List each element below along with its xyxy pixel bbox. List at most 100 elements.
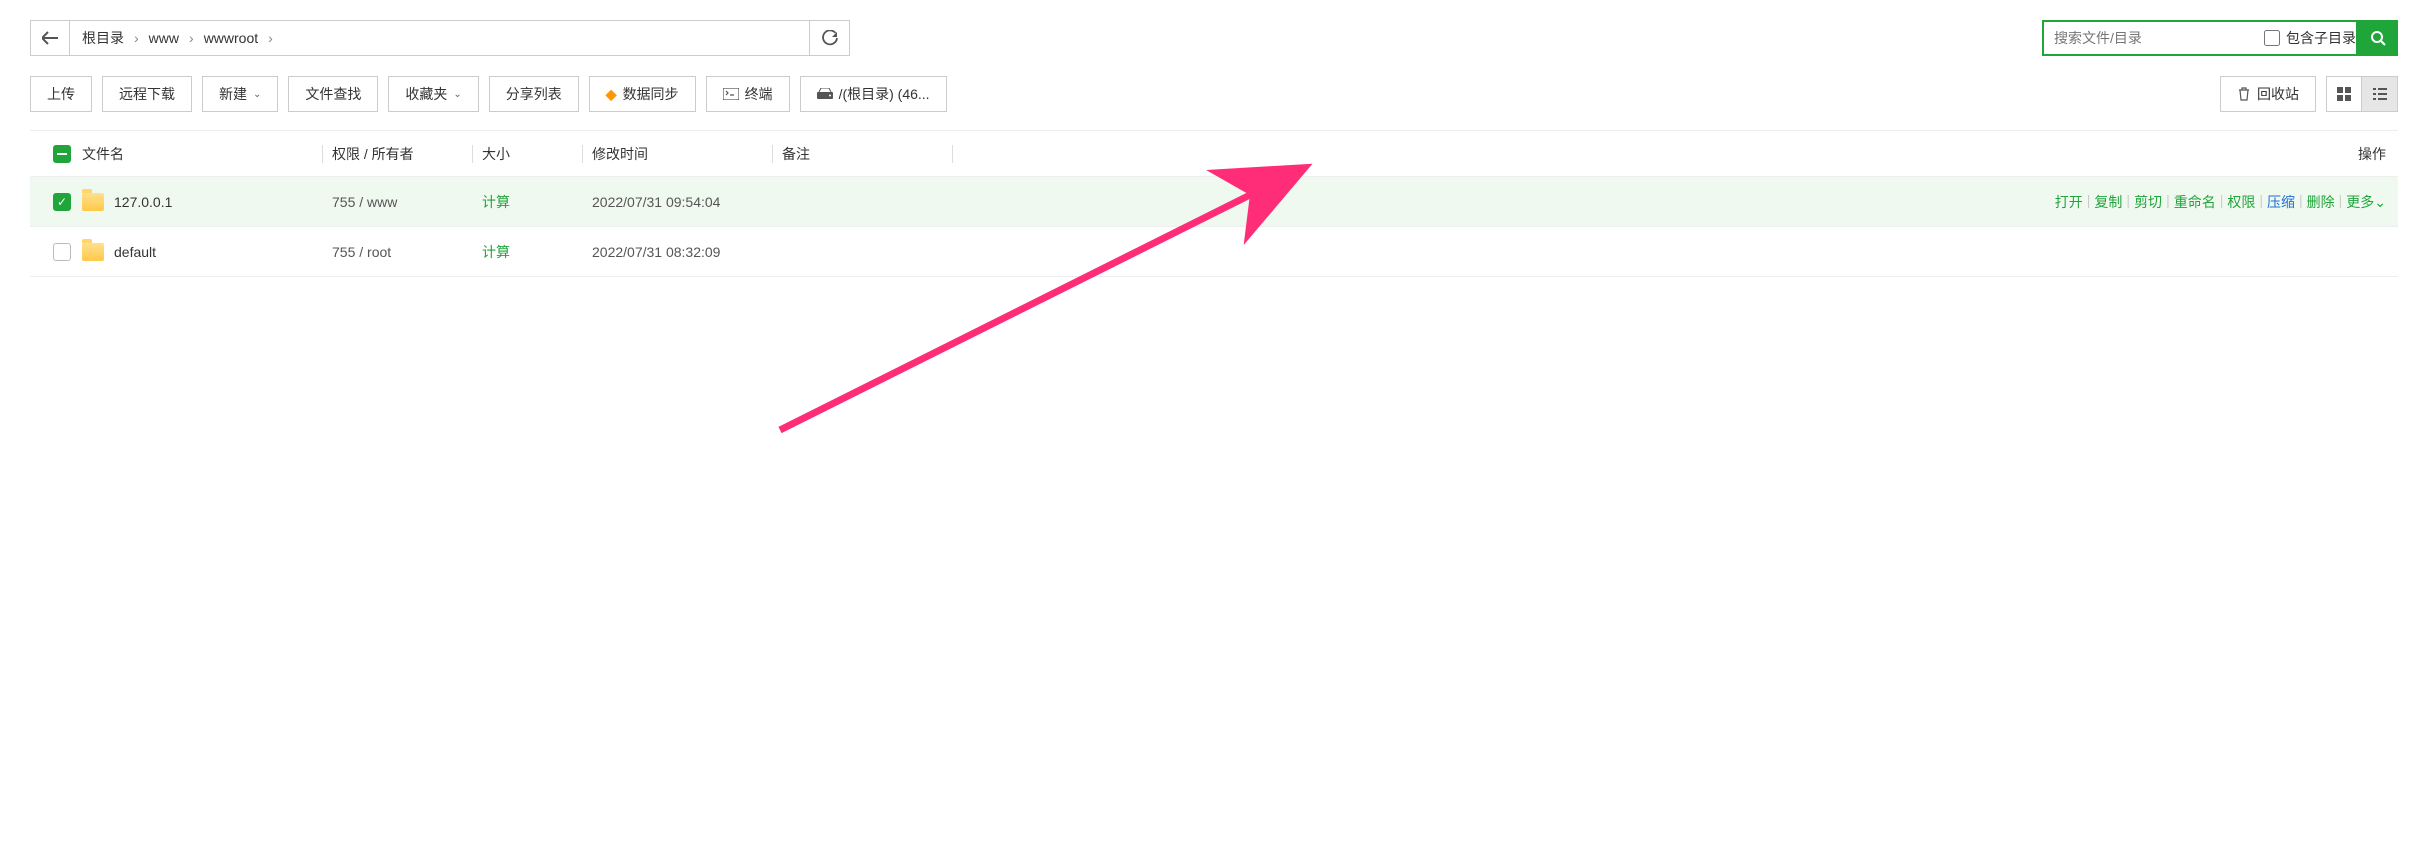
column-header-perm[interactable]: 权限 / 所有者 (332, 144, 482, 164)
action-delete[interactable]: 删除 (2307, 192, 2335, 212)
action-open[interactable]: 打开 (2055, 192, 2083, 212)
row-checkbox-cell (42, 193, 82, 211)
row-actions: 打开| 复制| 剪切| 重命名| 权限| 压缩| 删除| 更多⌄ (2055, 192, 2386, 212)
action-perm[interactable]: 权限 (2227, 192, 2255, 212)
arrow-left-icon (42, 31, 58, 45)
file-name-cell[interactable]: default (82, 243, 332, 261)
file-name-cell[interactable]: 127.0.0.1 (82, 193, 332, 211)
divider: | (2126, 192, 2130, 212)
chevron-down-icon: ⌄ (253, 89, 261, 100)
select-all-checkbox[interactable] (53, 145, 71, 163)
column-header-note[interactable]: 备注 (782, 144, 962, 164)
recycle-bin-button[interactable]: 回收站 (2220, 76, 2316, 112)
grid-icon (2337, 87, 2351, 101)
chevron-down-icon: ⌄ (453, 89, 461, 100)
divider: | (2166, 192, 2170, 212)
top-bar: 根目录 › www › wwwroot › 包含子目录 (30, 20, 2398, 56)
divider: | (2339, 192, 2343, 212)
perm-cell: 755 / root (332, 244, 482, 260)
column-header-size[interactable]: 大小 (482, 144, 592, 164)
column-header-mtime[interactable]: 修改时间 (592, 144, 782, 164)
folder-icon (82, 243, 104, 261)
column-header-name[interactable]: 文件名 (82, 144, 332, 164)
include-subdir-input[interactable] (2264, 30, 2280, 46)
row-checkbox[interactable] (53, 243, 71, 261)
list-icon (2373, 87, 2387, 101)
row-checkbox-cell (42, 243, 82, 261)
terminal-button[interactable]: 终端 (706, 76, 790, 112)
breadcrumb-item-wwwroot[interactable]: wwwroot (204, 30, 258, 46)
search-container: 包含子目录 (2042, 20, 2398, 56)
file-search-button[interactable]: 文件查找 (288, 76, 378, 112)
search-input[interactable] (2054, 23, 2254, 53)
action-compress[interactable]: 压缩 (2267, 192, 2295, 212)
favorites-menu-button[interactable]: 收藏夹 ⌄ (388, 76, 478, 112)
disk-info-button[interactable]: /(根目录) (46... (800, 76, 947, 112)
size-calc-link[interactable]: 计算 (482, 244, 510, 260)
table-row[interactable]: 127.0.0.1 755 / www 计算 2022/07/31 09:54:… (30, 177, 2398, 227)
column-header-actions: 操作 (962, 144, 2386, 164)
actions-cell: 打开| 复制| 剪切| 重命名| 权限| 压缩| 删除| 更多⌄ (962, 192, 2386, 212)
size-cell: 计算 (482, 242, 592, 262)
chevron-right-icon: › (268, 30, 273, 46)
file-name: 127.0.0.1 (114, 194, 172, 210)
divider: | (2299, 192, 2303, 212)
table-row[interactable]: default 755 / root 计算 2022/07/31 08:32:0… (30, 227, 2398, 277)
breadcrumb-item-root[interactable]: 根目录 (82, 28, 124, 48)
size-calc-link[interactable]: 计算 (482, 194, 510, 210)
label: 分享列表 (506, 84, 562, 104)
refresh-button[interactable] (810, 20, 850, 56)
label: /(根目录) (46... (839, 84, 930, 104)
terminal-icon (723, 88, 739, 100)
upload-button[interactable]: 上传 (30, 76, 92, 112)
new-menu-button[interactable]: 新建 ⌄ (202, 76, 278, 112)
label: 远程下载 (119, 84, 175, 104)
label: 新建 (219, 84, 247, 104)
divider: | (2220, 192, 2224, 212)
data-sync-button[interactable]: ◆ 数据同步 (589, 76, 696, 112)
divider: | (2087, 192, 2091, 212)
divider: | (2259, 192, 2263, 212)
breadcrumb: 根目录 › www › wwwroot › (70, 20, 810, 56)
label: 文件查找 (305, 84, 361, 104)
label: 收藏夹 (405, 84, 447, 104)
hard-drive-icon (817, 88, 833, 100)
include-subdir-label: 包含子目录 (2286, 28, 2356, 48)
label: 终端 (745, 84, 773, 104)
chevron-right-icon: › (134, 30, 139, 46)
view-grid-button[interactable] (2326, 76, 2362, 112)
label: 更多 (2346, 194, 2374, 210)
table-header: 文件名 权限 / 所有者 大小 修改时间 备注 操作 (30, 131, 2398, 177)
perm-cell: 755 / www (332, 194, 482, 210)
toolbar-left: 上传 远程下载 新建 ⌄ 文件查找 收藏夹 ⌄ 分享列表 ◆ 数据同步 终端 /(根目… (30, 76, 947, 112)
label: 上传 (47, 84, 75, 104)
action-cut[interactable]: 剪切 (2134, 192, 2162, 212)
chevron-down-icon: ⌄ (2374, 194, 2386, 210)
remote-download-button[interactable]: 远程下载 (102, 76, 192, 112)
refresh-icon (822, 30, 838, 46)
toolbar-right: 回收站 (2220, 76, 2398, 112)
action-more[interactable]: 更多⌄ (2346, 192, 2386, 212)
diamond-icon: ◆ (606, 86, 617, 103)
trash-icon (2237, 87, 2251, 101)
mtime-cell: 2022/07/31 09:54:04 (592, 194, 782, 210)
action-rename[interactable]: 重命名 (2174, 192, 2216, 212)
action-copy[interactable]: 复制 (2094, 192, 2122, 212)
size-cell: 计算 (482, 192, 592, 212)
chevron-right-icon: › (189, 30, 194, 46)
file-table: 文件名 权限 / 所有者 大小 修改时间 备注 操作 127.0.0.1 755… (30, 130, 2398, 277)
breadcrumb-item-www[interactable]: www (149, 30, 179, 46)
breadcrumb-container: 根目录 › www › wwwroot › (30, 20, 850, 56)
search-button[interactable] (2358, 20, 2398, 56)
back-button[interactable] (30, 20, 70, 56)
search-box: 包含子目录 (2042, 20, 2358, 56)
share-list-button[interactable]: 分享列表 (489, 76, 579, 112)
label: 数据同步 (623, 84, 679, 104)
row-checkbox[interactable] (53, 193, 71, 211)
search-icon (2370, 30, 2386, 46)
label: 回收站 (2257, 84, 2299, 104)
view-list-button[interactable] (2362, 76, 2398, 112)
include-subdir-checkbox[interactable]: 包含子目录 (2264, 28, 2356, 48)
file-name: default (114, 244, 156, 260)
view-toggle (2326, 76, 2398, 112)
